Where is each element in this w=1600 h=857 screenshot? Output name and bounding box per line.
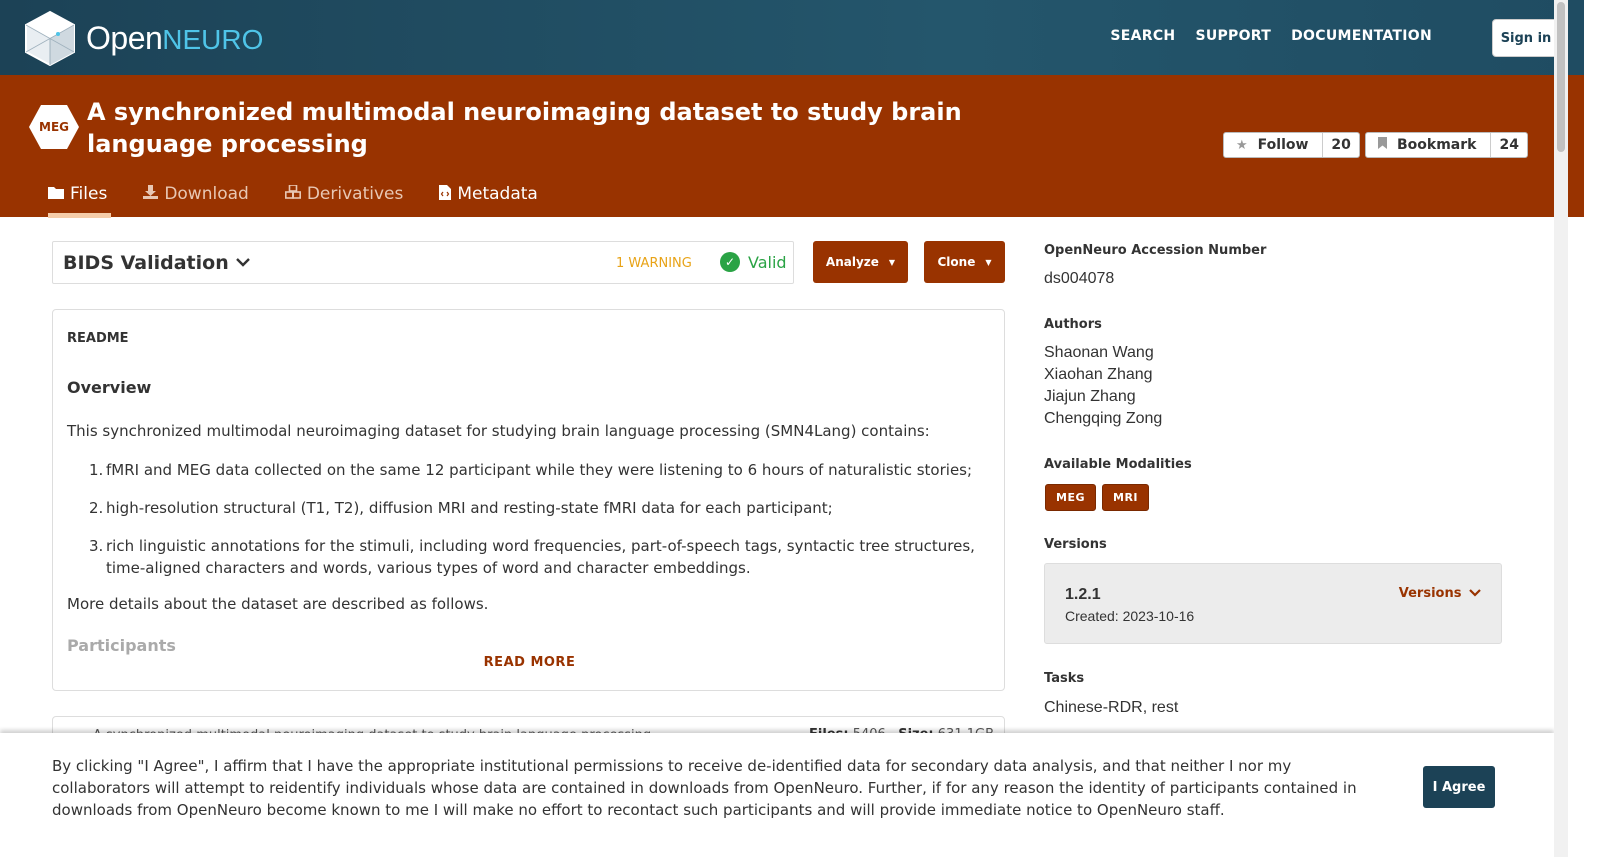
- modalities-label: Available Modalities: [1044, 457, 1192, 472]
- version-number: 1.2.1: [1065, 586, 1101, 603]
- tab-derivatives[interactable]: Derivatives: [284, 180, 404, 208]
- dataset-title: A synchronized multimodal neuroimaging d…: [87, 98, 962, 158]
- clone-dropdown-button[interactable]: Clone ▼: [924, 241, 1005, 283]
- list-item-text: fMRI and MEG data collected on the same …: [106, 461, 973, 479]
- tab-files[interactable]: Files: [48, 180, 112, 218]
- valid-status: ✓ Valid: [720, 252, 787, 272]
- logo-text: OpenNEURO: [86, 20, 263, 57]
- list-item-text: high-resolution structural (T1, T2), dif…: [106, 499, 833, 517]
- file-code-icon: [439, 184, 452, 204]
- tab-derivatives-label: Derivatives: [306, 184, 404, 204]
- versions-box: 1.2.1 Created: 2023-10-16 Versions: [1044, 563, 1502, 644]
- analyze-label: Analyze: [825, 255, 879, 269]
- authors-label: Authors: [1044, 317, 1102, 332]
- readme-intro: This synchronized multimodal neuroimagin…: [67, 422, 930, 440]
- readme-list: 1. fMRI and MEG data collected on the sam…: [67, 459, 987, 595]
- caret-down-icon: ▼: [888, 257, 896, 267]
- sign-in-button[interactable]: Sign in: [1492, 19, 1560, 57]
- modalities-list: MEG MRI: [1045, 484, 1155, 511]
- nav-documentation[interactable]: DOCUMENTATION: [1291, 28, 1432, 44]
- list-item-text: rich linguistic annotations for the stim…: [106, 537, 975, 577]
- top-nav: SEARCH SUPPORT DOCUMENTATION: [1110, 28, 1432, 44]
- star-icon: ★: [1236, 137, 1248, 153]
- bids-validation-title: BIDS Validation: [63, 252, 229, 274]
- top-header: OpenNEURO SEARCH SUPPORT DOCUMENTATION: [0, 0, 1584, 75]
- nav-search[interactable]: SEARCH: [1110, 28, 1175, 44]
- bookmark-button-group[interactable]: Bookmark 24: [1365, 132, 1528, 158]
- bookmark-count: 24: [1499, 137, 1519, 153]
- badge-label: MEG: [39, 120, 69, 134]
- cubes-icon: [284, 184, 301, 203]
- analyze-dropdown-button[interactable]: Analyze ▼: [813, 241, 908, 283]
- author: Chengqing Zong: [1044, 410, 1163, 427]
- read-more-button[interactable]: READ MORE: [53, 655, 1004, 670]
- chevron-down-icon: [1469, 589, 1481, 597]
- tab-download[interactable]: Download: [143, 180, 249, 208]
- author: Shaonan Wang: [1044, 344, 1154, 361]
- i-agree-button[interactable]: I Agree: [1423, 766, 1495, 808]
- chevron-down-icon[interactable]: [235, 254, 251, 272]
- list-item: 1. fMRI and MEG data collected on the sam…: [89, 461, 973, 479]
- readme-faded-heading: Participants: [67, 636, 176, 655]
- versions-link-label: Versions: [1398, 586, 1462, 601]
- bookmark-label: Bookmark: [1397, 137, 1477, 153]
- list-item: 2. high-resolution structural (T1, T2), d…: [89, 499, 833, 517]
- logo-open: Open: [86, 19, 163, 56]
- warning-count: 1 WARNING: [616, 256, 692, 271]
- tab-download-label: Download: [164, 184, 249, 204]
- follow-label: Follow: [1257, 137, 1309, 153]
- dataset-banner: MEG A synchronized multimodal neuroimagi…: [0, 75, 1584, 218]
- follow-button[interactable]: ★ Follow: [1224, 133, 1324, 157]
- authors-list: Shaonan Wang Xiaohan Zhang Jiajun Zhang …: [1044, 342, 1162, 430]
- consent-text: By clicking "I Agree", I affirm that I h…: [52, 757, 1357, 819]
- author: Xiaohan Zhang: [1044, 366, 1153, 383]
- modality-badge-meg[interactable]: MEG: [1045, 484, 1096, 511]
- tab-metadata[interactable]: Metadata: [439, 180, 538, 208]
- versions-dropdown[interactable]: Versions: [1399, 586, 1481, 601]
- readme-more-text: More details about the dataset are descr…: [67, 595, 489, 613]
- tasks-label: Tasks: [1044, 671, 1085, 686]
- download-icon: [143, 185, 159, 203]
- tasks-value: Chinese-RDR, rest: [1044, 699, 1179, 716]
- openneuro-logo[interactable]: OpenNEURO: [24, 10, 263, 66]
- follow-count: 20: [1331, 137, 1351, 153]
- bids-validation-panel[interactable]: BIDS Validation 1 WARNING ✓ Valid: [52, 241, 794, 284]
- version-created: Created: 2023-10-16: [1065, 608, 1195, 624]
- modality-badge-mri[interactable]: MRI: [1102, 484, 1150, 511]
- accession-label: OpenNeuro Accession Number: [1044, 243, 1267, 258]
- accession-value: ds004078: [1044, 270, 1115, 287]
- valid-label: Valid: [748, 252, 787, 272]
- list-item: 3. rich linguistic annotations for the st…: [89, 537, 975, 577]
- tab-files-label: Files: [70, 184, 108, 204]
- caret-down-icon: ▼: [985, 257, 992, 267]
- clone-label: Clone: [937, 255, 976, 269]
- cube-logo-icon: [25, 10, 75, 66]
- readme-heading: Overview: [67, 378, 152, 397]
- nav-support[interactable]: SUPPORT: [1195, 28, 1271, 44]
- tab-metadata-label: Metadata: [457, 184, 538, 204]
- consent-banner: By clicking "I Agree", I affirm that I h…: [0, 733, 1554, 857]
- logo-neuro: NEURO: [162, 23, 264, 55]
- scrollbar[interactable]: [1554, 0, 1568, 857]
- check-circle-icon: ✓: [720, 252, 740, 272]
- modality-hex-badge: MEG: [28, 104, 80, 150]
- versions-label: Versions: [1044, 537, 1107, 552]
- folder-icon: [48, 185, 64, 203]
- readme-label: README: [67, 331, 129, 346]
- follow-button-group[interactable]: ★ Follow 20: [1223, 132, 1360, 158]
- bookmark-button[interactable]: Bookmark: [1366, 133, 1492, 157]
- bookmark-icon: [1378, 137, 1387, 153]
- author: Jiajun Zhang: [1044, 388, 1136, 405]
- readme-panel: README Overview This synchronized multim…: [52, 309, 1005, 691]
- scrollbar-thumb[interactable]: [1557, 2, 1565, 152]
- dataset-tabs: Files Download Derivatives Metadata: [48, 180, 574, 218]
